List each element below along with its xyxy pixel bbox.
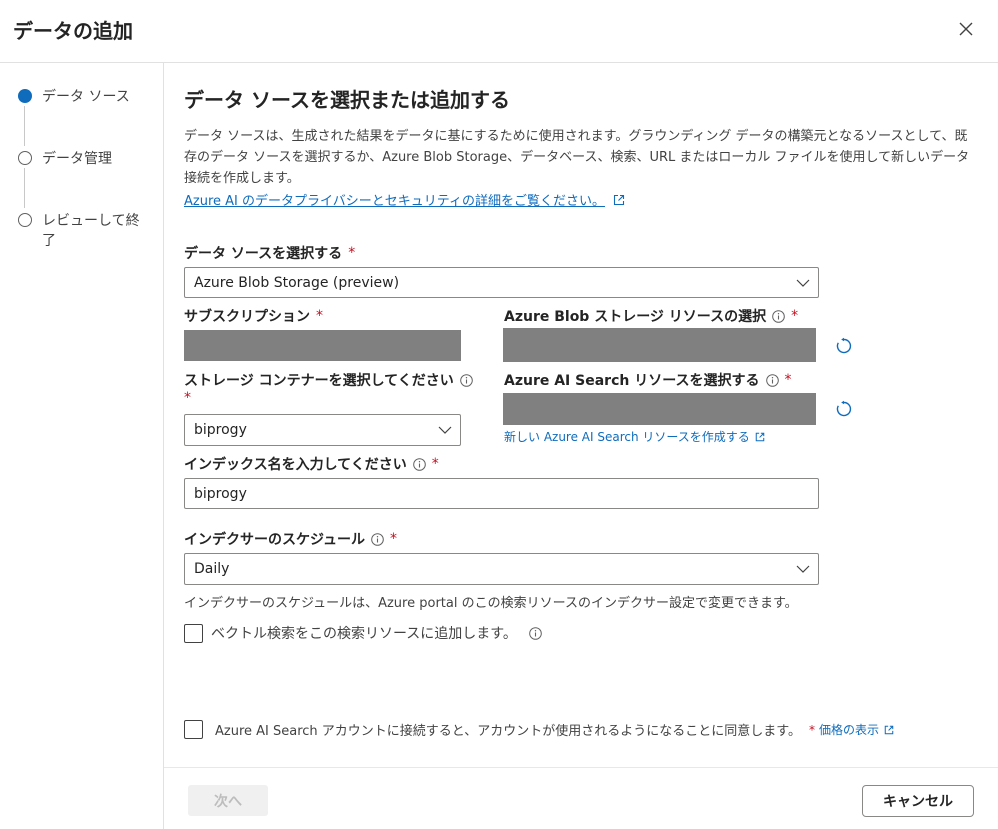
external-link-icon — [613, 194, 625, 205]
container-select[interactable]: biprogy — [184, 414, 461, 446]
blob-resource-label: Azure Blob ストレージ リソースの選択 * — [504, 308, 799, 325]
refresh-icon — [836, 337, 852, 354]
next-button[interactable]: 次へ — [188, 785, 268, 816]
info-icon[interactable] — [412, 457, 426, 471]
close-button[interactable] — [954, 17, 978, 41]
step-connector — [24, 106, 25, 146]
pricing-link[interactable]: 価格の表示 — [819, 721, 894, 738]
page-title: データ ソースを選択または追加する — [184, 88, 510, 112]
container-label: ストレージ コンテナーを選択してください — [184, 370, 473, 390]
search-resource-select[interactable] — [503, 393, 816, 425]
consent-label: Azure AI Search アカウントに接続すると、アカウントが使用されるよ… — [215, 724, 801, 739]
schedule-select[interactable]: Daily — [184, 553, 819, 585]
subscription-select[interactable] — [184, 330, 461, 361]
chevron-down-icon — [438, 426, 452, 434]
info-icon[interactable] — [459, 373, 473, 387]
index-name-input[interactable]: biprogy — [184, 478, 819, 509]
dialog-title: データの追加 — [13, 19, 133, 43]
privacy-link[interactable]: Azure AI のデータプライバシーとセキュリティの詳細をご覧ください。 — [184, 190, 625, 209]
required-mark: * — [316, 308, 323, 324]
sidebar-divider — [163, 63, 164, 829]
footer-divider — [164, 767, 998, 768]
search-resource-label: Azure AI Search リソースを選択する * — [504, 372, 792, 389]
info-icon[interactable] — [765, 373, 779, 387]
required-mark: * — [348, 245, 356, 261]
required-mark-container: * — [184, 390, 191, 406]
step-label: レビューして終了 — [42, 213, 140, 249]
create-search-resource-link[interactable]: 新しい Azure AI Search リソースを作成する — [504, 428, 765, 445]
required-mark: * — [784, 372, 792, 388]
consent-checkbox[interactable] — [184, 720, 203, 739]
required-mark: * — [431, 456, 439, 472]
step-inactive-icon — [18, 151, 32, 165]
subscription-label: サブスクリプション * — [184, 308, 323, 325]
index-name-label: インデックス名を入力してください * — [184, 456, 439, 473]
info-icon[interactable] — [371, 532, 384, 546]
external-link-icon — [755, 432, 765, 441]
schedule-helper-text: インデクサーのスケジュールは、Azure portal のこの検索リソースのイン… — [184, 596, 798, 611]
cancel-button[interactable]: キャンセル — [862, 785, 974, 817]
vector-search-label: ベクトル検索をこの検索リソースに追加します。 — [211, 626, 517, 642]
privacy-link-text: Azure AI のデータプライバシーとセキュリティの詳細をご覧ください。 — [184, 194, 605, 209]
step-active-icon — [18, 89, 32, 103]
chevron-down-icon — [796, 279, 810, 287]
chevron-down-icon — [796, 565, 810, 573]
step-data-management[interactable]: データ管理 — [18, 149, 142, 169]
info-icon[interactable] — [772, 309, 785, 323]
info-icon[interactable] — [529, 626, 542, 640]
consent-option[interactable]: Azure AI Search アカウントに接続すると、アカウントが使用されるよ… — [184, 720, 894, 739]
refresh-button[interactable] — [834, 399, 854, 419]
description: データ ソースは、生成された結果をデータに基にするために使用されます。グラウンデ… — [184, 129, 970, 186]
required-mark: * — [791, 308, 799, 324]
required-mark: * — [808, 722, 815, 737]
step-connector — [24, 168, 25, 208]
vector-search-option[interactable]: ベクトル検索をこの検索リソースに追加します。 — [184, 623, 542, 643]
data-source-select[interactable]: Azure Blob Storage (preview) — [184, 267, 819, 298]
header-divider — [0, 62, 998, 63]
refresh-button[interactable] — [834, 336, 854, 356]
schedule-label: インデクサーのスケジュール * — [184, 531, 398, 548]
blob-resource-select[interactable] — [503, 328, 816, 362]
refresh-icon — [836, 400, 852, 417]
step-label: データ管理 — [42, 151, 112, 167]
required-mark: * — [390, 531, 398, 547]
data-source-label: データ ソースを選択する * — [184, 245, 356, 262]
step-inactive-icon — [18, 213, 32, 227]
step-review-finish[interactable]: レビューして終了 — [18, 211, 142, 251]
close-icon — [959, 22, 973, 36]
external-link-icon — [884, 725, 894, 734]
step-data-source[interactable]: データ ソース — [18, 87, 142, 107]
step-label: データ ソース — [42, 89, 130, 105]
vector-search-checkbox[interactable] — [184, 623, 203, 643]
